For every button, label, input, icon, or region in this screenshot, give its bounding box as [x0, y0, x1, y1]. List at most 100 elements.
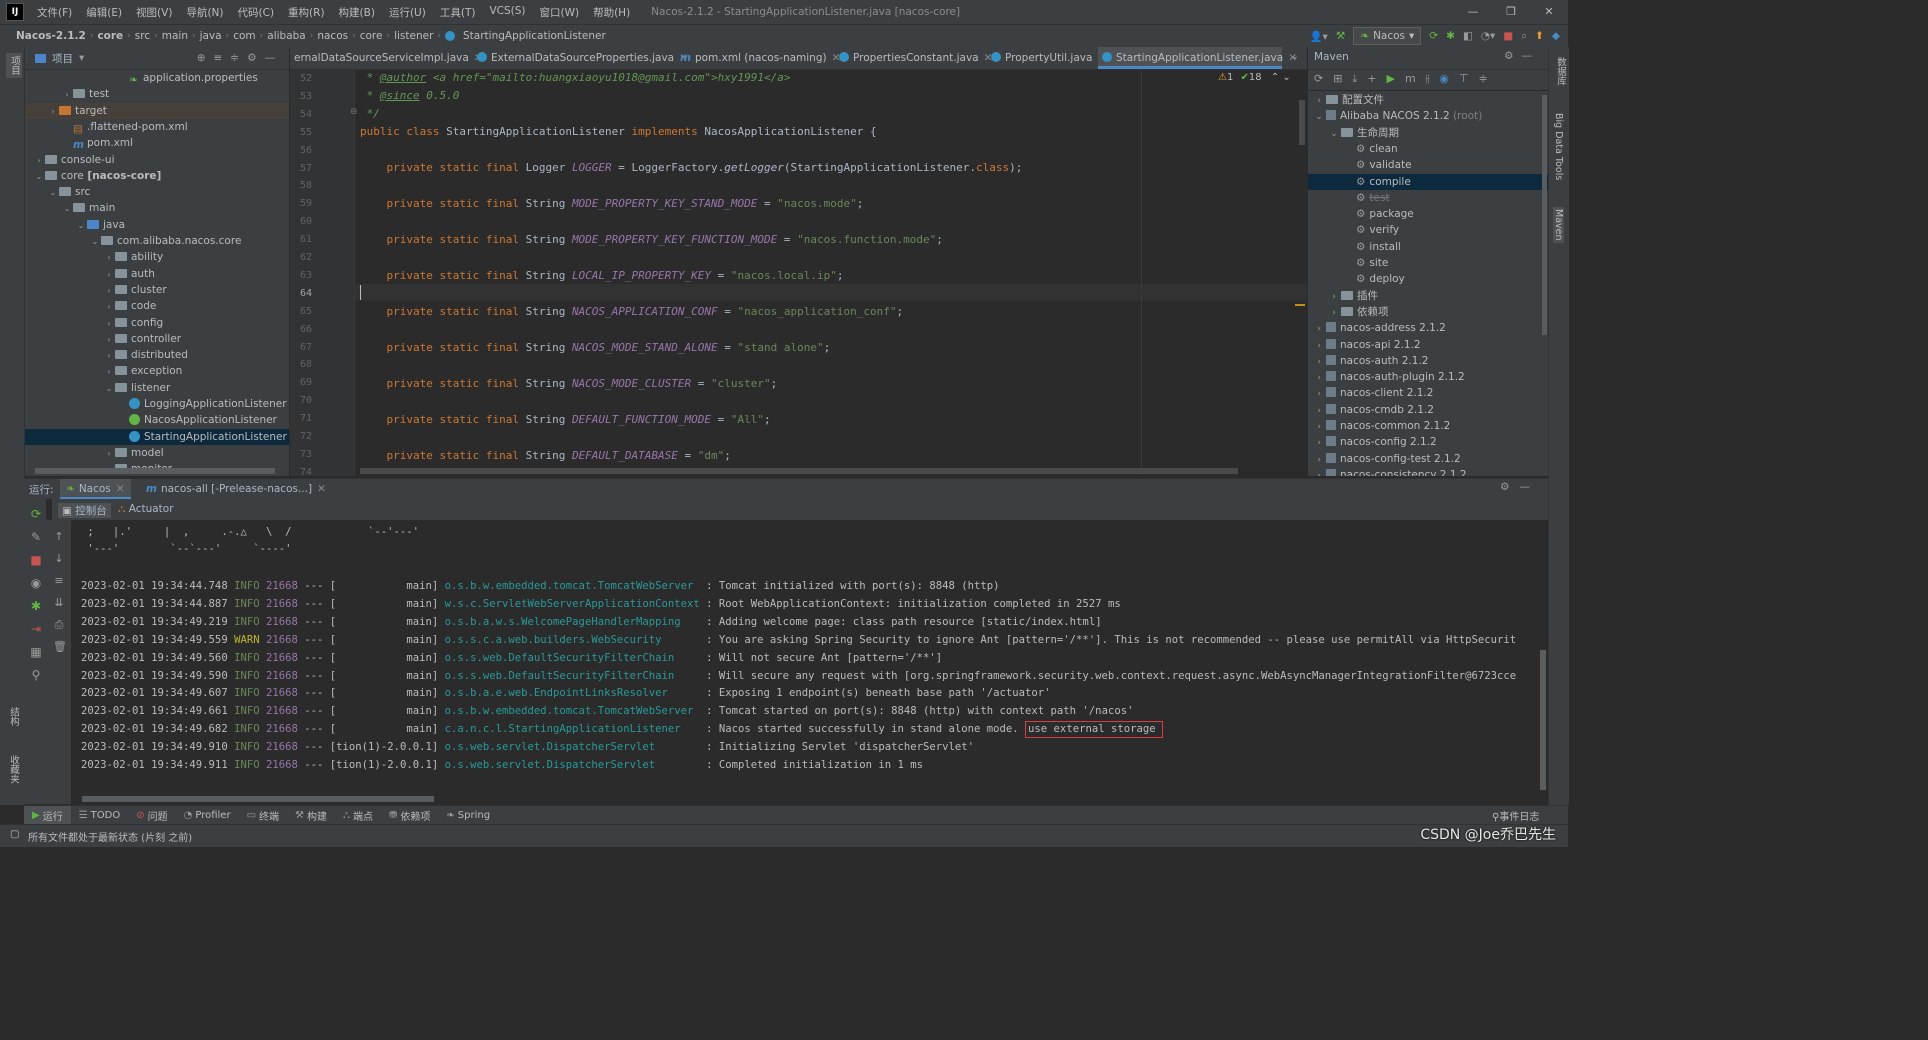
menu-item[interactable]: 运行(U): [382, 5, 433, 20]
event-log-button[interactable]: ⚲事件日志: [1492, 808, 1539, 823]
maven-tree-item[interactable]: ⚙ install: [1308, 239, 1548, 255]
chevron-down-icon[interactable]: ⌄: [89, 234, 101, 250]
project-tree-item[interactable]: ❧ application.properties: [25, 70, 289, 86]
maven-tree-item[interactable]: › nacos-cmdb 2.1.2: [1308, 402, 1548, 418]
maven-tree-item[interactable]: › nacos-config 2.1.2: [1308, 434, 1548, 450]
stop-icon[interactable]: ■: [1503, 30, 1513, 42]
project-tree-item[interactable]: ⌄ com.alibaba.nacos.core: [25, 233, 289, 249]
maven-tree-item[interactable]: › nacos-config-test 2.1.2: [1308, 451, 1548, 467]
database-tool-tab[interactable]: 数据库: [1553, 57, 1567, 86]
editor-tab[interactable]: m pom.xml (nacos-naming) ✕: [676, 47, 840, 69]
maven-tree-item[interactable]: › nacos-common 2.1.2: [1308, 418, 1548, 434]
bottom-tool-button[interactable]: ◔ Profiler: [176, 810, 239, 821]
menu-item[interactable]: VCS(S): [482, 5, 532, 20]
profile-icon[interactable]: ◔▾: [1481, 30, 1495, 42]
project-tree-item[interactable]: ⌄ listener: [25, 380, 289, 396]
bottom-tool-button[interactable]: ⊘ 问题: [128, 808, 175, 823]
rerun-icon[interactable]: ⟳: [1429, 30, 1438, 42]
maven-tree-item[interactable]: › nacos-consistency 2.1.2: [1308, 467, 1548, 476]
restore-icon[interactable]: ❐: [1492, 0, 1530, 24]
project-tree-item[interactable]: ⌄ main: [25, 200, 289, 216]
run-actions[interactable]: ⟳ ✎ ■ ◉ ✱ ⇥ ▦ ⚲: [29, 503, 43, 687]
console-tab[interactable]: ▣ 控制台: [58, 503, 111, 518]
chevron-right-icon[interactable]: ›: [1312, 386, 1326, 402]
maven-settings-icon[interactable]: ⚙—: [1504, 50, 1540, 62]
project-panel-title[interactable]: 项目: [52, 51, 73, 66]
inspection-widget[interactable]: ⚠1 ✔18 ⌃ ⌄: [1218, 72, 1291, 83]
console-actions[interactable]: ↑ ↓ ≡ ⇊ ⎙ 🗑: [53, 526, 67, 658]
maven-tree-item[interactable]: › 依赖项: [1308, 304, 1548, 320]
editor-tab[interactable]: ernalDataSourceServiceImpl.java✕: [290, 47, 483, 69]
breadcrumb-item[interactable]: main: [158, 30, 192, 42]
breadcrumb-item[interactable]: StartingApplicationListener: [459, 30, 610, 42]
editor-horizontal-scrollbar[interactable]: [360, 468, 1238, 474]
project-tree-item[interactable]: › auth: [25, 266, 289, 282]
project-tree-item[interactable]: ⌄ java: [25, 217, 289, 233]
maven-tree-item[interactable]: › 配置文件: [1308, 92, 1548, 108]
maven-toolbar-icons[interactable]: ⟳⊞⤓+▶m⫲◉⊤≑: [1314, 72, 1498, 86]
breadcrumb-item[interactable]: listener: [390, 30, 437, 42]
build-hammer-icon[interactable]: ⚒: [1336, 30, 1345, 42]
chevron-right-icon[interactable]: ›: [1312, 403, 1326, 419]
chevron-right-icon[interactable]: ›: [1312, 419, 1326, 435]
debug-bug-icon[interactable]: ✱: [1446, 30, 1455, 42]
project-tree-item[interactable]: › ability: [25, 249, 289, 265]
chevron-right-icon[interactable]: ›: [103, 250, 115, 266]
run-config-select[interactable]: ❧ Nacos ▾: [1353, 27, 1422, 45]
project-tree-item[interactable]: StartingApplicationListener: [25, 428, 289, 445]
editor-tab[interactable]: PropertiesConstant.java ✕: [835, 47, 992, 69]
menu-item[interactable]: 视图(V): [129, 5, 179, 20]
console-vertical-scrollbar[interactable]: [1540, 650, 1546, 790]
chevron-right-icon[interactable]: ›: [1327, 289, 1341, 305]
chevron-down-icon[interactable]: ⌄: [1312, 109, 1326, 125]
maven-tree-item[interactable]: › nacos-auth-plugin 2.1.2: [1308, 369, 1548, 385]
maven-tree-item[interactable]: › nacos-api 2.1.2: [1308, 337, 1548, 353]
project-tree-item[interactable]: › test: [25, 86, 289, 102]
actuator-tab[interactable]: ⛬ Actuator: [118, 503, 174, 516]
close-tab-icon[interactable]: ✕: [116, 483, 125, 495]
chevron-right-icon[interactable]: ›: [103, 332, 115, 348]
breadcrumb-item[interactable]: Nacos-2.1.2: [12, 30, 90, 42]
chevron-right-icon[interactable]: ›: [103, 283, 115, 299]
editor-vertical-scrollbar[interactable]: [1299, 100, 1305, 145]
bottom-tool-button[interactable]: ▶ 运行: [24, 806, 71, 825]
project-tree-item[interactable]: › config: [25, 315, 289, 331]
panel-toolbar-icons[interactable]: ⊕≡≑⚙—: [197, 52, 283, 64]
project-horizontal-scrollbar[interactable]: [35, 468, 275, 474]
chevron-right-icon[interactable]: ›: [33, 153, 45, 169]
search-icon[interactable]: ⌕: [1521, 30, 1527, 43]
breadcrumb-item[interactable]: nacos: [313, 30, 352, 42]
maven-tree-item[interactable]: › nacos-auth 2.1.2: [1308, 353, 1548, 369]
maven-scrollbar[interactable]: [1542, 95, 1547, 335]
menu-item[interactable]: 窗口(W): [533, 5, 587, 20]
menu-item[interactable]: 文件(F): [30, 5, 79, 20]
menu-item[interactable]: 代码(C): [231, 5, 282, 20]
run-tab[interactable]: m nacos-all [-Prelease-nacos...] ✕: [140, 479, 332, 499]
chevron-right-icon[interactable]: ›: [103, 364, 115, 380]
breadcrumb-item[interactable]: core: [356, 30, 387, 42]
bottom-tool-button[interactable]: ⛬ 端点: [335, 808, 381, 823]
editor-tab[interactable]: ExternalDataSourceProperties.java ✕: [473, 47, 688, 69]
project-tree-item[interactable]: › model: [25, 445, 289, 461]
chevron-right-icon[interactable]: ›: [1312, 354, 1326, 370]
maven-tree-item[interactable]: › nacos-client 2.1.2: [1308, 385, 1548, 401]
chevron-down-icon[interactable]: ⌄: [47, 185, 59, 201]
project-tree-item[interactable]: ▤ .flattened-pom.xml: [25, 119, 289, 135]
chevron-right-icon[interactable]: ›: [1327, 305, 1341, 321]
maven-tree-item[interactable]: › nacos-address 2.1.2: [1308, 320, 1548, 336]
maven-tree-item[interactable]: ⚙ package: [1308, 206, 1548, 222]
chevron-down-icon[interactable]: ▾: [79, 52, 84, 64]
prev-highlight-icon[interactable]: ⌃: [1271, 72, 1279, 83]
user-icon[interactable]: 👤▾: [1309, 30, 1327, 43]
maven-tree-item[interactable]: ⚙ deploy: [1308, 271, 1548, 287]
maven-tree-item[interactable]: ⚙ site: [1308, 255, 1548, 271]
chevron-down-icon[interactable]: ⌄: [75, 218, 87, 234]
bookmarks-tool-tab[interactable]: 收藏夹: [6, 755, 20, 784]
project-tree-item[interactable]: › distributed: [25, 347, 289, 363]
maven-tree-item[interactable]: ⚙ validate: [1308, 157, 1548, 173]
chevron-right-icon[interactable]: ›: [47, 104, 59, 120]
minimize-icon[interactable]: —: [1454, 0, 1492, 24]
maven-tool-tab[interactable]: Maven: [1553, 207, 1564, 243]
bottom-tool-button[interactable]: ⛃ 依赖项: [381, 808, 438, 823]
chevron-right-icon[interactable]: ›: [103, 316, 115, 332]
